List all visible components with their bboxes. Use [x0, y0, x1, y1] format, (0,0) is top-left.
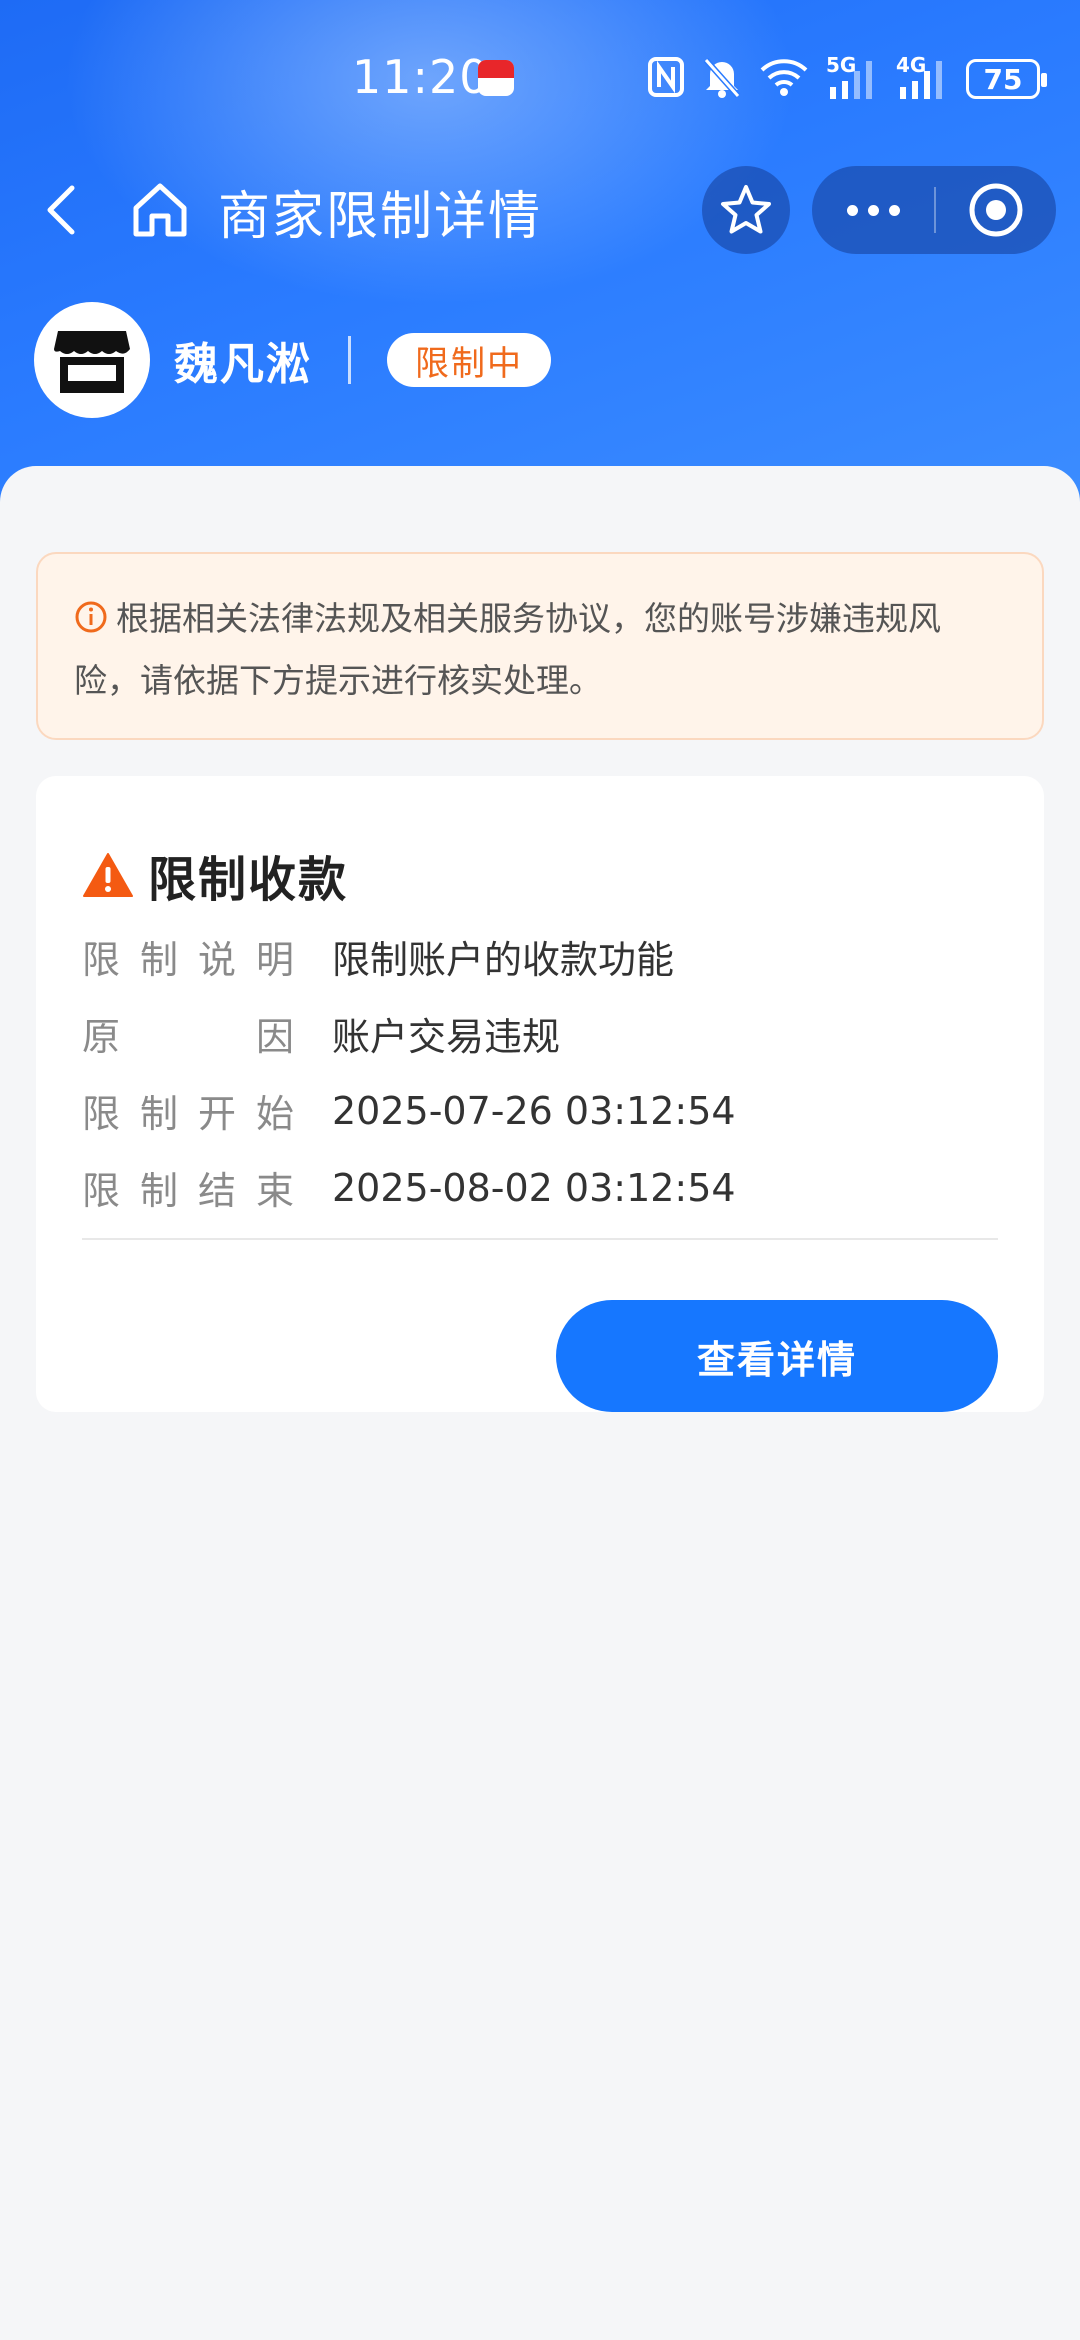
detail-label-text: 限制结束 [82, 1169, 294, 1213]
detail-label-text: 限制开始 [82, 1092, 294, 1136]
wifi-icon [760, 58, 808, 100]
detail-label-text: 原因 [82, 1015, 294, 1059]
restriction-title: 限制收款 [82, 840, 348, 910]
info-icon [74, 594, 108, 652]
view-details-button[interactable]: 查看详情 [556, 1300, 998, 1412]
card-divider [82, 1238, 998, 1240]
home-button[interactable] [128, 178, 192, 242]
header-divider [348, 336, 351, 384]
signal-5g-icon: 5G [826, 53, 878, 101]
target-icon [969, 183, 1023, 237]
detail-row-reason: 原因 账户交易违规 [82, 995, 1002, 1072]
nfc-icon [648, 57, 684, 101]
home-icon [133, 183, 187, 237]
detail-value: 账户交易违规 [332, 1015, 561, 1059]
detail-label: 限制结束 [82, 1160, 332, 1215]
status-bar: 11:20 5G 4G 75 [0, 0, 1080, 156]
detail-label-text: 限制说明 [82, 938, 294, 982]
signal-4g-icon: 4G [896, 53, 948, 101]
miniapp-capsule [812, 166, 1056, 254]
app-notification-icon [478, 60, 514, 96]
detail-label: 原因 [82, 1006, 332, 1061]
detail-value: 2025-08-02 03:12:54 [332, 1165, 736, 1210]
network-5g-label: 5G [826, 53, 857, 77]
mute-icon [702, 56, 742, 102]
network-4g-label: 4G [896, 53, 927, 77]
store-avatar [34, 302, 150, 418]
detail-value: 限制账户的收款功能 [332, 938, 675, 982]
merchant-name: 魏凡淞 [174, 339, 312, 390]
detail-row-end: 限制结束 2025-08-02 03:12:54 [82, 1149, 1002, 1226]
favorite-button[interactable] [702, 166, 790, 254]
detail-row-description: 限制说明 限制账户的收款功能 [82, 918, 1002, 995]
chevron-left-icon [47, 185, 75, 235]
battery-icon: 75 [966, 59, 1047, 99]
more-dots-icon [846, 204, 858, 216]
status-icons: 5G 4G 75 [648, 53, 1047, 104]
close-miniapp-button[interactable] [936, 166, 1056, 254]
status-time: 11:20 [352, 50, 490, 104]
detail-label: 限制开始 [82, 1083, 332, 1138]
detail-value: 2025-07-26 03:12:54 [332, 1088, 736, 1133]
merchant-header: 魏凡淞 限制中 [34, 302, 551, 418]
notice-banner: 根据相关法律法规及相关服务协议，您的账号涉嫌违规风险，请依据下方提示进行核实处理… [36, 552, 1044, 740]
notice-text: 根据相关法律法规及相关服务协议，您的账号涉嫌违规风险，请依据下方提示进行核实处理… [74, 599, 941, 700]
status-badge: 限制中 [387, 333, 551, 387]
detail-row-start: 限制开始 2025-07-26 03:12:54 [82, 1072, 1002, 1149]
detail-label: 限制说明 [82, 929, 332, 984]
battery-level: 75 [983, 62, 1023, 96]
star-icon [721, 185, 771, 234]
content-sheet: 根据相关法律法规及相关服务协议，您的账号涉嫌违规风险，请依据下方提示进行核实处理… [0, 466, 1080, 2340]
more-button[interactable] [812, 166, 934, 254]
back-button[interactable] [34, 180, 94, 240]
restriction-title-text: 限制收款 [148, 852, 349, 908]
warning-icon [83, 853, 133, 897]
store-icon [54, 331, 130, 393]
page-title: 商家限制详情 [218, 187, 543, 247]
restriction-card: 限制收款 限制说明 限制账户的收款功能 原因 账户交易违规 限制开始 2025-… [36, 776, 1044, 1412]
restriction-details: 限制说明 限制账户的收款功能 原因 账户交易违规 限制开始 2025-07-26… [82, 918, 1002, 1226]
nav-bar: 商家限制详情 [0, 160, 1080, 260]
